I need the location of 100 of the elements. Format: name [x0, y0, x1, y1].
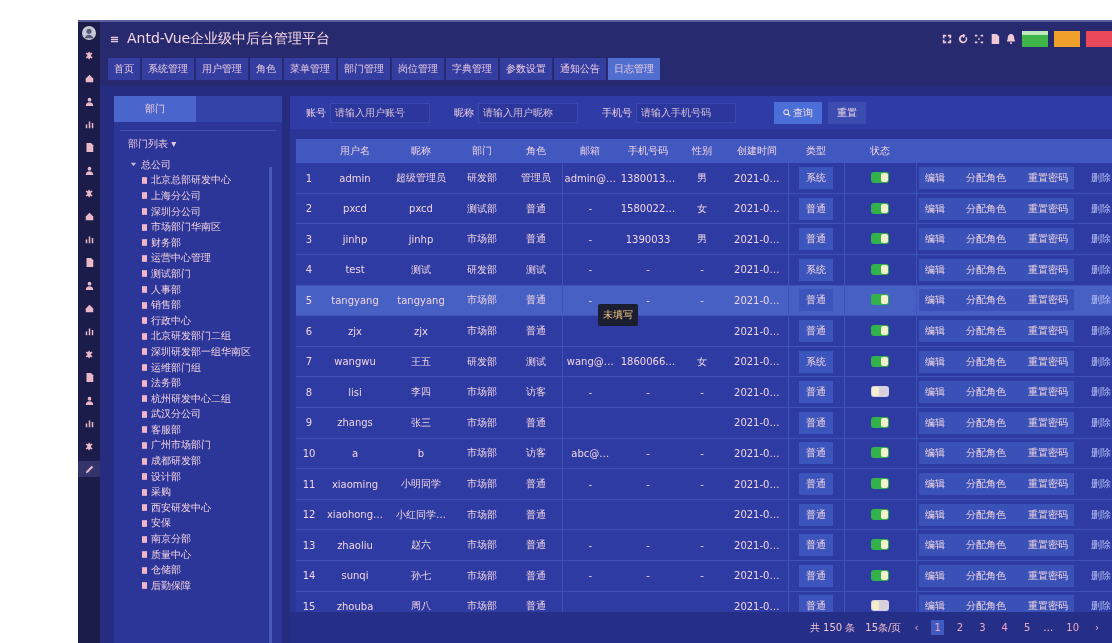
person-icon[interactable] [84, 165, 94, 175]
table-row[interactable]: 12 xiaohong… 小红同学… 市场部 普通 2021-0… 普通 编辑 分配角色 重置密码 删除 [296, 499, 1112, 530]
action-link[interactable]: 分配角色 [966, 446, 1007, 461]
table-row[interactable]: 7 wangwu 王五 研发部 测试 wang@… 1860066… 女 2021-0… 系统 编辑 分配角色 重置密码 删除 [296, 346, 1112, 377]
refresh-icon[interactable] [958, 34, 968, 44]
theme-swatch[interactable] [1054, 31, 1080, 47]
action-link[interactable]: 重置密码 [1028, 324, 1068, 339]
bar-chart-icon[interactable] [84, 234, 94, 244]
status-toggle[interactable] [871, 172, 889, 184]
tree-item[interactable]: 总公司 [141, 157, 171, 172]
action-link[interactable]: 分配角色 [966, 415, 1007, 430]
action-link[interactable]: 分配角色 [966, 354, 1007, 369]
tree-item[interactable]: 广州市场部门 [151, 438, 211, 453]
tree-item[interactable]: 测试部门 [151, 266, 191, 281]
delete-link[interactable]: 删除 [1091, 507, 1111, 522]
action-link[interactable]: 分配角色 [966, 568, 1007, 583]
house-icon[interactable] [84, 73, 94, 83]
action-link[interactable]: 重置密码 [1028, 415, 1068, 430]
action-link[interactable]: 编辑 [924, 599, 945, 612]
status-toggle[interactable] [871, 508, 889, 520]
action-link[interactable]: 重置密码 [1028, 538, 1068, 553]
delete-link[interactable]: 删除 [1091, 599, 1111, 612]
page-tab[interactable]: 角色 [250, 58, 282, 80]
action-link[interactable]: 分配角色 [966, 385, 1007, 400]
status-toggle[interactable] [871, 355, 889, 367]
tree-item[interactable]: 上海分公司 [151, 189, 201, 203]
tree-item[interactable]: 深圳研发部一组华南区 [151, 344, 251, 359]
tree-item[interactable]: 财务部 [151, 235, 181, 250]
table-row[interactable]: 2 pxcd pxcd 测试部 普通 - 1580022… 女 2021-0… 普通 编辑 分配角色 重置密码 删除 [296, 193, 1112, 224]
action-link[interactable]: 分配角色 [966, 232, 1007, 247]
tree-item[interactable]: 采购 [151, 485, 171, 500]
column-header[interactable]: 邮箱 [580, 145, 600, 157]
page-tab[interactable]: 首页 [108, 58, 140, 80]
action-link[interactable]: 编辑 [924, 354, 945, 369]
delete-link[interactable]: 删除 [1091, 446, 1111, 461]
action-link[interactable]: 编辑 [924, 538, 945, 553]
avatar[interactable] [82, 26, 96, 40]
action-link[interactable]: 编辑 [924, 171, 945, 186]
status-toggle[interactable] [871, 539, 889, 551]
gear-icon[interactable] [84, 441, 94, 451]
tree-item[interactable]: 南京分部 [151, 532, 191, 547]
status-toggle[interactable] [871, 478, 889, 489]
tree-item[interactable]: 西安研发中心 [151, 500, 211, 515]
tree-item[interactable]: 武汉分公司 [151, 407, 201, 422]
house-icon[interactable] [84, 211, 94, 221]
column-header[interactable]: 类型 [806, 145, 826, 157]
action-link[interactable]: 分配角色 [966, 507, 1007, 522]
document-icon[interactable] [84, 372, 94, 382]
column-header[interactable]: 角色 [526, 145, 546, 157]
action-link[interactable]: 分配角色 [966, 477, 1007, 491]
page-tab[interactable]: 部门管理 [338, 58, 390, 80]
search-field[interactable]: 请输入用户账号 [330, 102, 430, 123]
action-link[interactable]: 重置密码 [1028, 446, 1068, 461]
document-icon[interactable] [84, 257, 94, 267]
delete-link[interactable]: 删除 [1091, 262, 1111, 277]
action-link[interactable]: 编辑 [924, 262, 945, 277]
nav-item[interactable] [78, 461, 100, 477]
table-row[interactable]: 3 jinhp jinhp 市场部 普通 - 1390033 男 2021-0… 普通 编辑 分配角色 重置密码 删除 [296, 223, 1112, 255]
column-header[interactable]: 部门 [472, 145, 492, 157]
person-icon[interactable] [84, 395, 94, 405]
action-link[interactable]: 编辑 [924, 477, 945, 491]
action-link[interactable]: 分配角色 [966, 538, 1007, 553]
action-link[interactable]: 分配角色 [966, 201, 1007, 216]
delete-link[interactable]: 删除 [1091, 232, 1111, 247]
action-link[interactable]: 编辑 [924, 201, 945, 216]
action-link[interactable]: 分配角色 [966, 324, 1007, 339]
page-tab[interactable]: 系统管理 [142, 58, 194, 80]
action-link[interactable]: 重置密码 [1028, 385, 1068, 400]
action-link[interactable]: 编辑 [924, 232, 945, 247]
delete-link[interactable]: 删除 [1091, 201, 1111, 216]
page-tab[interactable]: 日志管理 [608, 58, 660, 80]
status-toggle[interactable] [871, 263, 889, 275]
delete-link[interactable]: 删除 [1091, 385, 1111, 400]
action-link[interactable]: 编辑 [924, 415, 945, 430]
action-link[interactable]: 分配角色 [966, 171, 1007, 186]
tree-item[interactable]: 行政中心 [151, 313, 191, 328]
page-button[interactable]: 5 [1020, 620, 1034, 635]
tree-item[interactable]: 客服部 [151, 422, 181, 437]
tree-item[interactable]: 市场部门华南区 [151, 220, 221, 235]
gear-icon[interactable] [84, 349, 94, 359]
action-link[interactable]: 重置密码 [1028, 262, 1068, 277]
page-button[interactable]: 10 [1063, 620, 1082, 635]
page-tab[interactable]: 菜单管理 [284, 58, 336, 80]
action-link[interactable]: 编辑 [924, 568, 945, 583]
tree-item[interactable]: 安保 [151, 516, 171, 531]
search-button[interactable]: 查询 [774, 101, 822, 124]
page-button[interactable]: 4 [998, 620, 1011, 635]
person-icon[interactable] [84, 280, 94, 290]
table-row[interactable]: 9 zhangs 张三 市场部 普通 2021-0… 普通 编辑 分配角色 重置密码 删除 [296, 407, 1112, 439]
delete-link[interactable]: 删除 [1091, 538, 1111, 553]
tree-item[interactable]: 北京研发部门二组 [151, 329, 231, 344]
bar-chart-icon[interactable] [84, 326, 94, 336]
house-icon[interactable] [84, 303, 94, 313]
table-row[interactable]: 1 admin 超级管理员 研发部 管理员 admin@… 1380013… 男 2021-0… 系统 编辑 分配角色 重置密码 删除 [296, 163, 1112, 194]
status-toggle[interactable] [871, 386, 889, 398]
page-tab[interactable]: 通知公告 [554, 58, 606, 80]
action-link[interactable]: 重置密码 [1028, 232, 1068, 247]
tree-item[interactable]: 运维部门组 [151, 360, 201, 375]
person-icon[interactable] [84, 96, 94, 106]
table-row[interactable]: 4 test 测试 研发部 测试 - - - 2021-0… 系统 编辑 分配角色 重置密码 删除 [296, 254, 1112, 286]
